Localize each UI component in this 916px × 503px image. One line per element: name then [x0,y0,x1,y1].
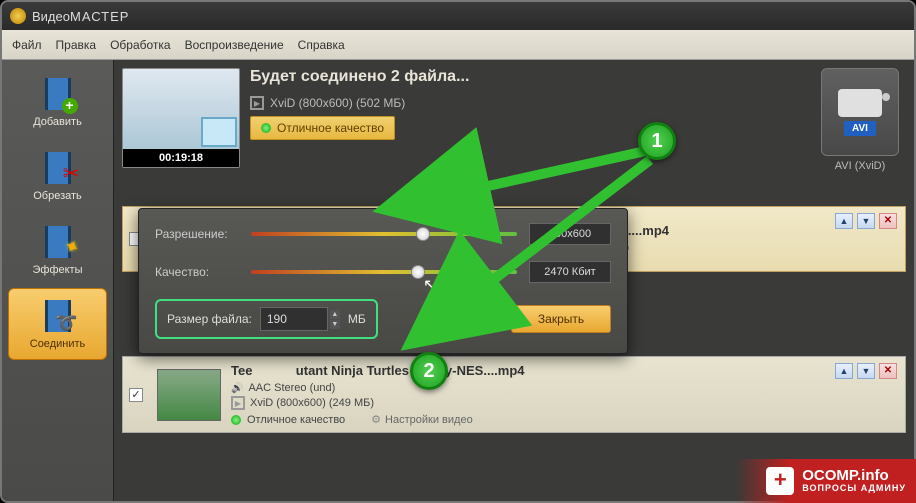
file-checkbox[interactable]: ✓ [129,388,143,402]
remove-file-button[interactable]: ✕ [879,213,897,229]
move-down-button[interactable]: ▼ [857,213,875,229]
file-thumbnail [157,369,221,421]
quality-label: Качество: [155,265,239,279]
app-title: ВидеоМАСТЕР [32,9,129,24]
watermark-title: OCOMP.info [802,468,906,485]
sidebar-add-button[interactable]: + Добавить [8,66,107,138]
sidebar-label: Обрезать [33,190,82,202]
row-actions: ▲ ▼ ✕ [835,213,897,229]
sidebar-crop-button[interactable]: ✂ Обрезать [8,140,107,212]
format-card: AVI [821,68,899,156]
quality-text: Отличное качество [247,414,345,426]
quality-dot-icon [231,415,241,425]
resolution-value: 800x600 [529,223,611,245]
format-tag: AVI [844,121,876,136]
spinner-up[interactable]: ▲ [330,310,340,319]
sidebar-label: Эффекты [32,264,82,276]
move-down-button[interactable]: ▼ [857,363,875,379]
preview-info: Будет соединено 2 файла... ▶ XviD (800x6… [250,68,804,140]
move-up-button[interactable]: ▲ [835,213,853,229]
audio-info: AAC Stereo (und) [248,382,335,394]
audio-icon [231,382,243,394]
filesize-label: Размер файла: [167,312,252,326]
scissors-icon: ✂ [63,161,80,186]
resolution-label: Разрешение: [155,227,239,241]
menu-file[interactable]: Файл [12,38,42,52]
menu-edit[interactable]: Правка [56,38,97,52]
video-settings-link[interactable]: Настройки видео [371,413,473,426]
codec-line: ▶ XviD (800x600) (502 МБ) [250,96,804,110]
spinner-down[interactable]: ▼ [330,320,340,329]
menu-process[interactable]: Обработка [110,38,171,52]
file-row[interactable]: ✓ TeeXXXXXutant Ninja Turtles Dendy-NES.… [122,356,906,433]
filmstrip-icon [201,117,237,147]
plus-icon: + [766,467,794,495]
preview-row: 00:19:18 Будет соединено 2 файла... ▶ Xv… [122,68,906,172]
sidebar-label: Соединить [30,338,86,350]
watermark-subtitle: ВОПРОСЫ АДМИНУ [802,484,906,494]
app-icon [10,8,26,24]
quality-dot-icon [261,123,271,133]
quality-slider[interactable] [251,270,517,274]
main-panel: 00:19:18 Будет соединено 2 файла... ▶ Xv… [114,60,914,501]
sidebar: + Добавить ✂ Обрезать ✦ Эффекты ➰ Соедин… [2,60,114,501]
filesize-input[interactable] [260,307,328,331]
content-area: + Добавить ✂ Обрезать ✦ Эффекты ➰ Соедин… [2,60,914,501]
close-popup-button[interactable]: Закрыть [511,305,611,333]
gear-icon [371,413,381,426]
format-name: AVI (XviD) [814,160,906,172]
preview-duration: 00:19:18 [123,149,239,167]
filesize-group: Размер файла: ▲ ▼ МБ [155,299,378,339]
sidebar-effects-button[interactable]: ✦ Эффекты [8,214,107,286]
sidebar-label: Добавить [33,116,82,128]
menu-help[interactable]: Справка [298,38,345,52]
menubar: Файл Правка Обработка Воспроизведение Сп… [2,30,914,60]
quality-value: 2470 Кбит [529,261,611,283]
camcorder-icon [838,89,882,117]
watermark: + OCOMP.info ВОПРОСЫ АДМИНУ [736,459,916,503]
remove-file-button[interactable]: ✕ [879,363,897,379]
chain-icon: ➰ [55,313,77,334]
titlebar: ВидеоМАСТЕР [2,2,914,30]
preview-thumbnail[interactable]: 00:19:18 [122,68,240,168]
video-codec-icon: ▶ [231,396,245,410]
resolution-slider[interactable] [251,232,517,236]
file-name: TeeXXXXXutant Ninja Turtles Dendy-NES...… [231,363,899,378]
video-info: XviD (800x600) (249 МБ) [250,397,374,409]
filesize-spinner: ▲ ▼ [330,310,340,329]
slider-thumb[interactable] [416,227,430,241]
codec-text: XviD (800x600) (502 МБ) [270,96,405,110]
sidebar-join-button[interactable]: ➰ Соединить [8,288,107,360]
video-codec-icon: ▶ [250,96,264,110]
quality-text: Отличное качество [277,121,384,135]
move-up-button[interactable]: ▲ [835,363,853,379]
menu-play[interactable]: Воспроизведение [185,38,284,52]
quality-badge[interactable]: Отличное качество [250,116,395,140]
row-actions: ▲ ▼ ✕ [835,363,897,379]
format-box[interactable]: AVI AVI (XviD) [814,68,906,172]
filesize-unit: МБ [348,312,366,326]
plus-icon: + [62,98,78,114]
app-window: ВидеоМАСТЕР Файл Правка Обработка Воспро… [0,0,916,503]
preview-title: Будет соединено 2 файла... [250,68,804,86]
quality-popup: Разрешение: 800x600 Качество: 2470 Кбит … [138,208,628,354]
slider-thumb[interactable] [411,265,425,279]
